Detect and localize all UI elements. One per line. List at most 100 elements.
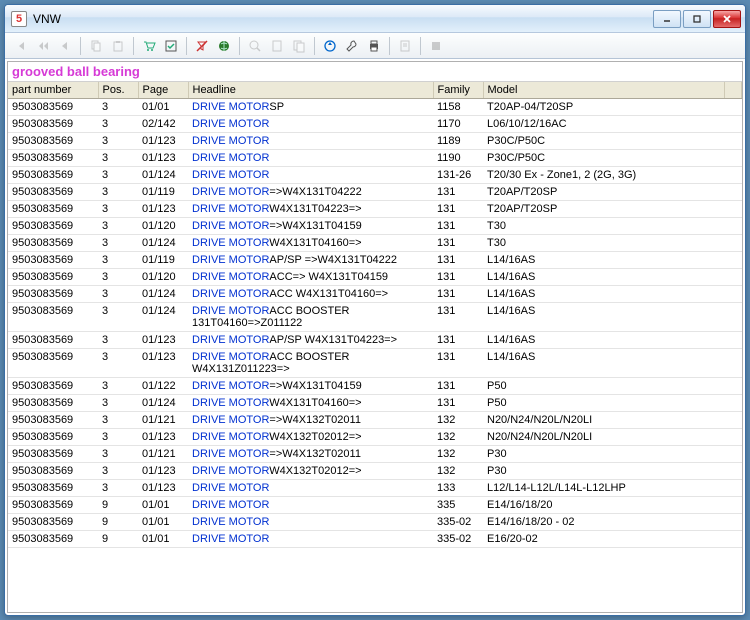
note-icon[interactable] — [395, 36, 415, 56]
grid-scroll[interactable]: 9503083569301/01DRIVE MOTORSP1158T20AP-0… — [8, 99, 742, 612]
cell-pos: 3 — [98, 412, 138, 429]
print-icon[interactable] — [364, 36, 384, 56]
pages-icon[interactable] — [289, 36, 309, 56]
col-family[interactable]: Family — [433, 82, 483, 99]
cell-family: 1190 — [433, 150, 483, 167]
headline-suffix: =>W4X132T02011 — [269, 448, 361, 460]
table-row[interactable]: 9503083569301/124DRIVE MOTORACC W4X131T0… — [8, 286, 742, 303]
col-model[interactable]: Model — [483, 82, 725, 99]
table-row[interactable]: 9503083569301/123DRIVE MOTORW4X132T02012… — [8, 429, 742, 446]
cell-model: T20AP/T20SP — [483, 184, 742, 201]
headline-link[interactable]: DRIVE MOTOR — [192, 186, 269, 198]
table-row[interactable]: 9503083569301/124DRIVE MOTOR131-26T20/30… — [8, 167, 742, 184]
headline-link[interactable]: DRIVE MOTOR — [192, 351, 269, 363]
cell-family: 335-02 — [433, 531, 483, 548]
headline-link[interactable]: DRIVE MOTOR — [192, 305, 269, 317]
cell-page: 01/123 — [138, 429, 188, 446]
zoom-icon[interactable] — [245, 36, 265, 56]
headline-link[interactable]: DRIVE MOTOR — [192, 203, 269, 215]
prev-record-icon[interactable] — [55, 36, 75, 56]
table-row[interactable]: 9503083569301/123DRIVE MOTOR133L12/L14-L… — [8, 480, 742, 497]
first-record-icon[interactable] — [11, 36, 31, 56]
headline-link[interactable]: DRIVE MOTOR — [192, 397, 269, 409]
table-row[interactable]: 9503083569901/01DRIVE MOTOR335-02E16/20-… — [8, 531, 742, 548]
table-row[interactable]: 9503083569301/124DRIVE MOTORACC BOOSTER … — [8, 303, 742, 332]
headline-link[interactable]: DRIVE MOTOR — [192, 271, 269, 283]
checklist-icon[interactable] — [161, 36, 181, 56]
headline-suffix: AP/SP W4X131T04223=> — [269, 334, 397, 346]
page-icon[interactable] — [267, 36, 287, 56]
cell-headline: DRIVE MOTOR=>W4X131T04222 — [188, 184, 433, 201]
cell-part-number: 9503083569 — [8, 286, 98, 303]
headline-link[interactable]: DRIVE MOTOR — [192, 448, 269, 460]
table-row[interactable]: 9503083569301/124DRIVE MOTORW4X131T04160… — [8, 395, 742, 412]
col-pos[interactable]: Pos. — [98, 82, 138, 99]
maximize-button[interactable] — [683, 10, 711, 28]
table-row[interactable]: 9503083569301/01DRIVE MOTORSP1158T20AP-0… — [8, 99, 742, 116]
copy-icon[interactable] — [86, 36, 106, 56]
headline-link[interactable]: DRIVE MOTOR — [192, 334, 269, 346]
col-part-number[interactable]: part number — [8, 82, 98, 99]
minimize-button[interactable] — [653, 10, 681, 28]
table-row[interactable]: 9503083569301/122DRIVE MOTOR=>W4X131T041… — [8, 378, 742, 395]
headline-link[interactable]: DRIVE MOTOR — [192, 288, 269, 300]
headline-link[interactable]: DRIVE MOTOR — [192, 237, 269, 249]
paste-icon[interactable] — [108, 36, 128, 56]
headline-link[interactable]: DRIVE MOTOR — [192, 465, 269, 477]
table-row[interactable]: 9503083569301/124DRIVE MOTORW4X131T04160… — [8, 235, 742, 252]
headline-link[interactable]: DRIVE MOTOR — [192, 380, 269, 392]
cell-part-number: 9503083569 — [8, 167, 98, 184]
headline-link[interactable]: DRIVE MOTOR — [192, 533, 269, 545]
table-row[interactable]: 9503083569301/119DRIVE MOTOR=>W4X131T042… — [8, 184, 742, 201]
table-row[interactable]: 9503083569301/119DRIVE MOTORAP/SP =>W4X1… — [8, 252, 742, 269]
headline-link[interactable]: DRIVE MOTOR — [192, 118, 269, 130]
table-row[interactable]: 9503083569301/120DRIVE MOTOR=>W4X131T041… — [8, 218, 742, 235]
headline-link[interactable]: DRIVE MOTOR — [192, 499, 269, 511]
cart-icon[interactable] — [139, 36, 159, 56]
cell-page: 01/123 — [138, 201, 188, 218]
table-row[interactable]: 9503083569901/01DRIVE MOTOR335-02E14/16/… — [8, 514, 742, 531]
table-row[interactable]: 9503083569301/123DRIVE MOTOR1189P30C/P50… — [8, 133, 742, 150]
target-icon[interactable] — [320, 36, 340, 56]
col-headline[interactable]: Headline — [188, 82, 433, 99]
cell-page: 01/123 — [138, 332, 188, 349]
headline-link[interactable]: DRIVE MOTOR — [192, 135, 269, 147]
cell-page: 01/120 — [138, 218, 188, 235]
table-row[interactable]: 9503083569301/120DRIVE MOTORACC=> W4X131… — [8, 269, 742, 286]
headline-link[interactable]: DRIVE MOTOR — [192, 516, 269, 528]
globe-icon[interactable] — [214, 36, 234, 56]
cell-model: T20AP-04/T20SP — [483, 99, 742, 116]
headline-link[interactable]: DRIVE MOTOR — [192, 482, 269, 494]
no-filter-icon[interactable] — [192, 36, 212, 56]
headline-link[interactable]: DRIVE MOTOR — [192, 169, 269, 181]
cell-pos: 3 — [98, 184, 138, 201]
table-row[interactable]: 9503083569301/123DRIVE MOTOR1190P30C/P50… — [8, 150, 742, 167]
headline-suffix: W4X132T02012=> — [269, 431, 361, 443]
table-row[interactable]: 9503083569301/121DRIVE MOTOR=>W4X132T020… — [8, 412, 742, 429]
stop-icon[interactable] — [426, 36, 446, 56]
headline-link[interactable]: DRIVE MOTOR — [192, 220, 269, 232]
headline-suffix: W4X132T02012=> — [269, 465, 361, 477]
table-row[interactable]: 9503083569301/123DRIVE MOTORW4X132T02012… — [8, 463, 742, 480]
headline-link[interactable]: DRIVE MOTOR — [192, 431, 269, 443]
tool-icon[interactable] — [342, 36, 362, 56]
headline-link[interactable]: DRIVE MOTOR — [192, 152, 269, 164]
headline-link[interactable]: DRIVE MOTOR — [192, 414, 269, 426]
cell-page: 01/124 — [138, 167, 188, 184]
cell-headline: DRIVE MOTOR — [188, 116, 433, 133]
table-row[interactable]: 9503083569301/121DRIVE MOTOR=>W4X132T020… — [8, 446, 742, 463]
headline-link[interactable]: DRIVE MOTOR — [192, 254, 269, 266]
cell-headline: DRIVE MOTOR — [188, 133, 433, 150]
table-row[interactable]: 9503083569301/123DRIVE MOTORW4X131T04223… — [8, 201, 742, 218]
headline-link[interactable]: DRIVE MOTOR — [192, 101, 269, 113]
table-row[interactable]: 9503083569301/123DRIVE MOTORAP/SP W4X131… — [8, 332, 742, 349]
cell-headline: DRIVE MOTOR=>W4X132T02011 — [188, 446, 433, 463]
table-row[interactable]: 9503083569901/01DRIVE MOTOR335E14/16/18/… — [8, 497, 742, 514]
cell-family: 131 — [433, 235, 483, 252]
cell-part-number: 9503083569 — [8, 252, 98, 269]
col-page[interactable]: Page — [138, 82, 188, 99]
close-button[interactable] — [713, 10, 741, 28]
prev-page-icon[interactable] — [33, 36, 53, 56]
table-row[interactable]: 9503083569301/123DRIVE MOTORACC BOOSTER … — [8, 349, 742, 378]
table-row[interactable]: 9503083569302/142DRIVE MOTOR1170L06/10/1… — [8, 116, 742, 133]
